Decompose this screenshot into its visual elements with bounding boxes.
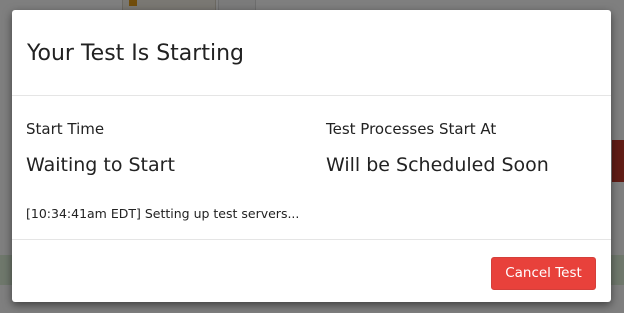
processes-start-value: Will be Scheduled Soon bbox=[326, 154, 549, 176]
start-time-value: Waiting to Start bbox=[26, 154, 175, 176]
start-time-label: Start Time bbox=[26, 120, 105, 138]
dialog-footer: Cancel Test bbox=[12, 239, 611, 303]
status-log-line: [10:34:41am EDT] Setting up test servers… bbox=[26, 206, 300, 221]
processes-start-label: Test Processes Start At bbox=[326, 120, 497, 138]
dialog-header: Your Test Is Starting bbox=[12, 10, 611, 96]
dialog-body: Start Time Waiting to Start Test Process… bbox=[12, 96, 611, 239]
test-starting-dialog: Your Test Is Starting Start Time Waiting… bbox=[12, 10, 611, 302]
dialog-title: Your Test Is Starting bbox=[27, 41, 244, 66]
cancel-test-button[interactable]: Cancel Test bbox=[491, 257, 596, 290]
